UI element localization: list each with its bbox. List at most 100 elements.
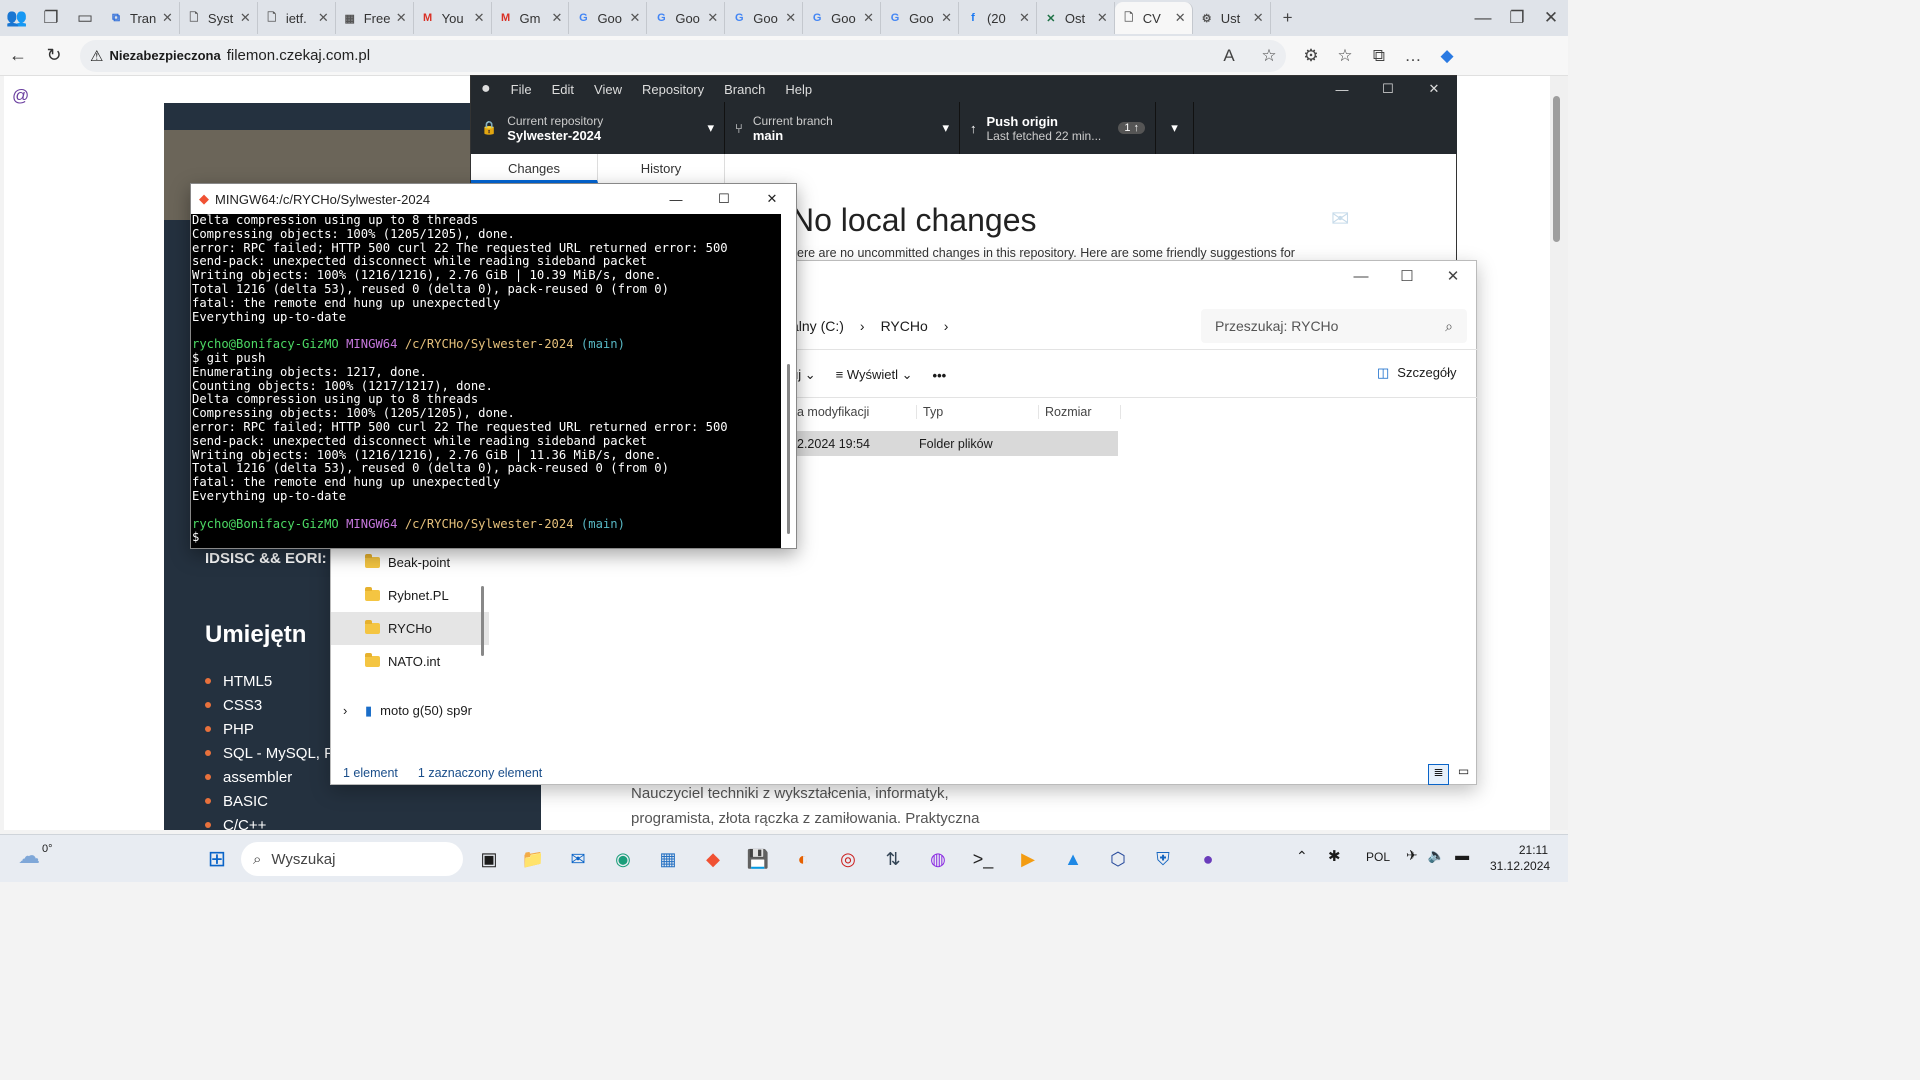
push-options-dropdown[interactable]: ▾ [1156, 102, 1194, 154]
maximize-button[interactable]: ☐ [700, 191, 748, 207]
tray-app-icon[interactable]: ✱ [1328, 847, 1341, 865]
tab-history[interactable]: History [598, 154, 725, 183]
tab-close-icon[interactable]: ✕ [1019, 10, 1030, 26]
extensions-icon[interactable]: ⚙ [1294, 39, 1328, 73]
browser-tab[interactable]: G Goo ✕ [725, 2, 804, 34]
terminal-scrollbar[interactable] [781, 214, 796, 548]
browser-tab[interactable]: ✕ Ost ✕ [1037, 2, 1115, 34]
favorite-star-icon[interactable]: ☆ [1252, 39, 1286, 73]
nav-item-folder[interactable]: Beak-point [331, 546, 489, 579]
url-field[interactable]: ⚠ Niezabezpieczona filemon.czekaj.com.pl… [80, 39, 1286, 73]
nav-item-folder[interactable]: Rybnet.PL [331, 579, 489, 612]
weather-widget[interactable]: ☁ 0° [18, 843, 53, 869]
minimize-button[interactable]: — [652, 192, 700, 207]
virtualbox-icon[interactable]: ⬡ [1101, 842, 1135, 876]
github-icon[interactable]: ● [1191, 842, 1225, 876]
more-menu-icon[interactable]: … [1396, 39, 1430, 73]
podcast-icon[interactable]: ◍ [921, 842, 955, 876]
vertical-tabs-icon[interactable]: ▭ [68, 1, 102, 35]
save-icon[interactable]: 💾 [741, 842, 775, 876]
tab-close-icon[interactable]: ✕ [162, 10, 173, 26]
menu-item[interactable]: View [594, 82, 622, 97]
copilot-icon[interactable]: ◆ [1430, 39, 1464, 73]
browser-tab[interactable]: G Goo ✕ [569, 2, 648, 34]
tab-close-icon[interactable]: ✕ [707, 10, 718, 26]
column-size[interactable]: Rozmiar [1039, 405, 1121, 419]
menu-item[interactable]: File [511, 82, 532, 97]
current-branch-dropdown[interactable]: ⑂ Current branch main ▾ [725, 102, 960, 154]
menu-item[interactable]: Repository [642, 82, 704, 97]
menu-item[interactable]: Branch [724, 82, 765, 97]
back-button[interactable]: ← [0, 38, 36, 74]
minimize-button[interactable]: — [1319, 82, 1365, 97]
workspaces-icon[interactable]: ❐ [34, 1, 68, 35]
photos-icon[interactable]: ▲ [1056, 842, 1090, 876]
tiles-view-button[interactable]: ▭ [1453, 764, 1474, 785]
terminal-output[interactable]: Delta compression using up to 8 threads C… [191, 214, 781, 548]
browser-tab[interactable]: M You ✕ [414, 2, 492, 34]
favorites-icon[interactable]: ☆ [1328, 39, 1362, 73]
breadcrumb[interactable]: alny (C:) › RYCHo › [791, 307, 1191, 345]
maximize-button[interactable]: ☐ [1384, 261, 1430, 291]
menu-item[interactable]: Edit [552, 82, 574, 97]
refresh-button[interactable]: ↻ [36, 38, 72, 74]
push-origin-button[interactable]: ↑ Push origin Last fetched 22 min... 1 ↑ [960, 102, 1156, 154]
collections-icon[interactable]: ⧉ [1362, 39, 1396, 73]
clock[interactable]: 21:11 31.12.2024 [1490, 842, 1550, 874]
nav-scrollbar[interactable] [481, 586, 484, 656]
maximize-button[interactable]: ☐ [1365, 81, 1411, 97]
current-repository-dropdown[interactable]: 🔒 Current repository Sylwester-2024 ▾ [471, 102, 725, 154]
browser-tab[interactable]: 🗋 ietf. ✕ [258, 2, 336, 34]
more-button[interactable]: ••• [933, 368, 947, 383]
tab-close-icon[interactable]: ✕ [240, 10, 251, 26]
tab-close-icon[interactable]: ✕ [941, 10, 952, 26]
browser-tab[interactable]: 🗋 Syst ✕ [180, 2, 258, 34]
language-indicator[interactable]: POL [1366, 850, 1390, 864]
edge-icon[interactable]: ◉ [606, 842, 640, 876]
tab-changes[interactable]: Changes [471, 154, 598, 183]
breadcrumb-folder[interactable]: RYCHo [881, 318, 928, 334]
tab-close-icon[interactable]: ✕ [1097, 10, 1108, 26]
read-aloud-icon[interactable]: A [1212, 39, 1246, 73]
column-date[interactable]: a modyfikacji [797, 405, 917, 419]
tab-close-icon[interactable]: ✕ [1253, 10, 1264, 26]
browser-tab[interactable]: ⚙ Ust ✕ [1193, 2, 1271, 34]
nav-item-folder[interactable]: RYCHo [331, 612, 489, 645]
view-button[interactable]: ≡ Wyświetl ⌄ [836, 367, 913, 383]
nav-item-folder[interactable]: NATO.int [331, 645, 489, 678]
tab-close-icon[interactable]: ✕ [318, 10, 329, 26]
tab-close-icon[interactable]: ✕ [863, 10, 874, 26]
search-input[interactable]: Przeszukaj: RYCHo ⌕ [1201, 309, 1467, 343]
file-row[interactable]: 2.2024 19:54 Folder plików [793, 431, 1118, 456]
browser-tab[interactable]: ▦ Free ✕ [336, 2, 414, 34]
chevron-up-icon[interactable]: ⌃ [1296, 848, 1308, 865]
tab-close-icon[interactable]: ✕ [396, 10, 407, 26]
close-button[interactable]: ✕ [1411, 81, 1457, 97]
browser-tab[interactable]: G Goo ✕ [803, 2, 882, 34]
column-type[interactable]: Typ [917, 405, 1039, 419]
git-icon[interactable]: ◆ [696, 842, 730, 876]
minimize-button[interactable]: — [1466, 1, 1500, 35]
menu-item[interactable]: Help [785, 82, 812, 97]
breadcrumb-drive[interactable]: alny (C:) [791, 318, 844, 334]
close-button[interactable]: ✕ [748, 191, 796, 207]
browser-tab[interactable]: 🗋 CV ✕ [1114, 2, 1193, 34]
task-view-icon[interactable]: ▣ [472, 842, 506, 876]
details-view-button[interactable]: ≣ [1428, 764, 1449, 785]
profile-icon[interactable]: 👥 [0, 1, 34, 35]
close-button[interactable]: ✕ [1430, 261, 1476, 291]
system-tray[interactable]: ✈ 🔈 ▬ [1406, 847, 1469, 864]
browser-tab[interactable]: ⧉ Tran ✕ [102, 2, 180, 34]
taskbar-search[interactable]: ⌕ Wyszukaj [241, 842, 463, 876]
browser-tab[interactable]: G Goo ✕ [647, 2, 726, 34]
start-button[interactable]: ⊞ [200, 842, 234, 876]
details-button[interactable]: ◫ Szczegóły [1377, 365, 1457, 381]
store-icon[interactable]: ▦ [651, 842, 685, 876]
page-scrollbar-thumb[interactable] [1553, 96, 1560, 242]
file-explorer-icon[interactable]: 📁 [516, 842, 550, 876]
terminal-icon[interactable]: >_ [966, 842, 1000, 876]
media-icon[interactable]: ▶ [1011, 842, 1045, 876]
network-icon[interactable]: ⇅ [876, 842, 910, 876]
tab-close-icon[interactable]: ✕ [474, 10, 485, 26]
browser-tab[interactable]: M Gm ✕ [492, 2, 570, 34]
